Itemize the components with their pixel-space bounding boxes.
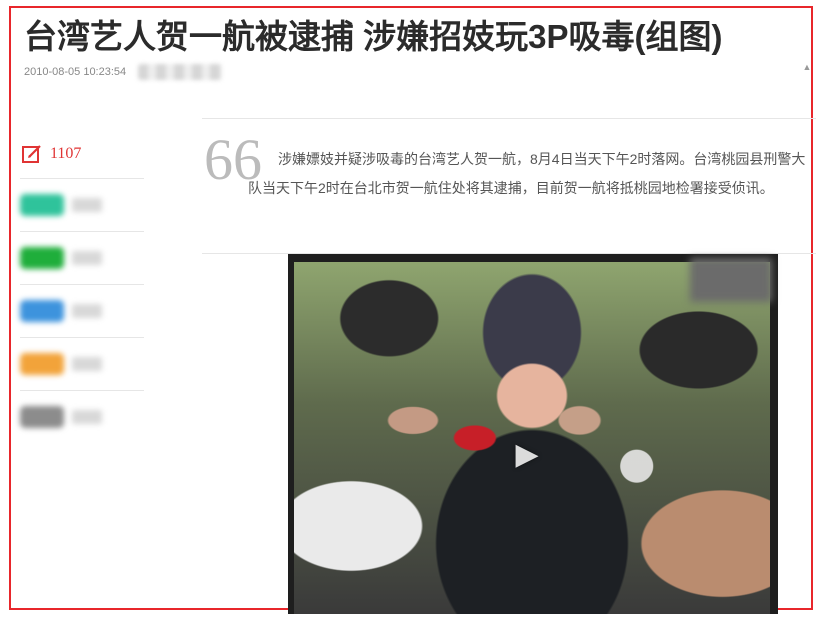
- comment-count-button[interactable]: 1107: [20, 138, 144, 179]
- share-item-3[interactable]: [20, 285, 144, 338]
- video-player[interactable]: [288, 254, 778, 614]
- scroll-up-icon[interactable]: ▲: [802, 62, 812, 72]
- share-icon-1: [20, 194, 64, 216]
- share-label-1: [72, 198, 102, 212]
- share-icon-2: [20, 247, 64, 269]
- publish-time: 2010-08-05 10:23:54: [24, 66, 127, 78]
- share-label-4: [72, 357, 102, 371]
- comment-count-label: 1107: [50, 145, 82, 162]
- video-watermark-blurred: [690, 258, 772, 302]
- article-summary: 涉嫌嫖妓并疑涉吸毒的台湾艺人贺一航，8月4日当天下午2时落网。台湾桃园县刑警大队…: [248, 151, 806, 196]
- share-sidebar: 1107: [20, 138, 144, 443]
- share-label-3: [72, 304, 102, 318]
- comment-edit-icon: [22, 145, 41, 163]
- article-headline: 台湾艺人贺一航被逮捕 涉嫌招妓玩3P吸毒(组图): [24, 18, 723, 55]
- share-item-2[interactable]: [20, 232, 144, 285]
- share-icon-5: [20, 406, 64, 428]
- share-icon-4: [20, 353, 64, 375]
- share-item-4[interactable]: [20, 338, 144, 391]
- share-label-5: [72, 410, 102, 424]
- share-item-5[interactable]: [20, 391, 144, 443]
- share-item-1[interactable]: [20, 179, 144, 232]
- play-icon[interactable]: ▶: [510, 438, 544, 472]
- summary-top-divider: [202, 118, 816, 119]
- share-label-2: [72, 251, 102, 265]
- article-meta: 2010-08-05 10:23:54: [24, 64, 223, 80]
- source-name-blurred: [138, 64, 223, 80]
- share-icon-3: [20, 300, 64, 322]
